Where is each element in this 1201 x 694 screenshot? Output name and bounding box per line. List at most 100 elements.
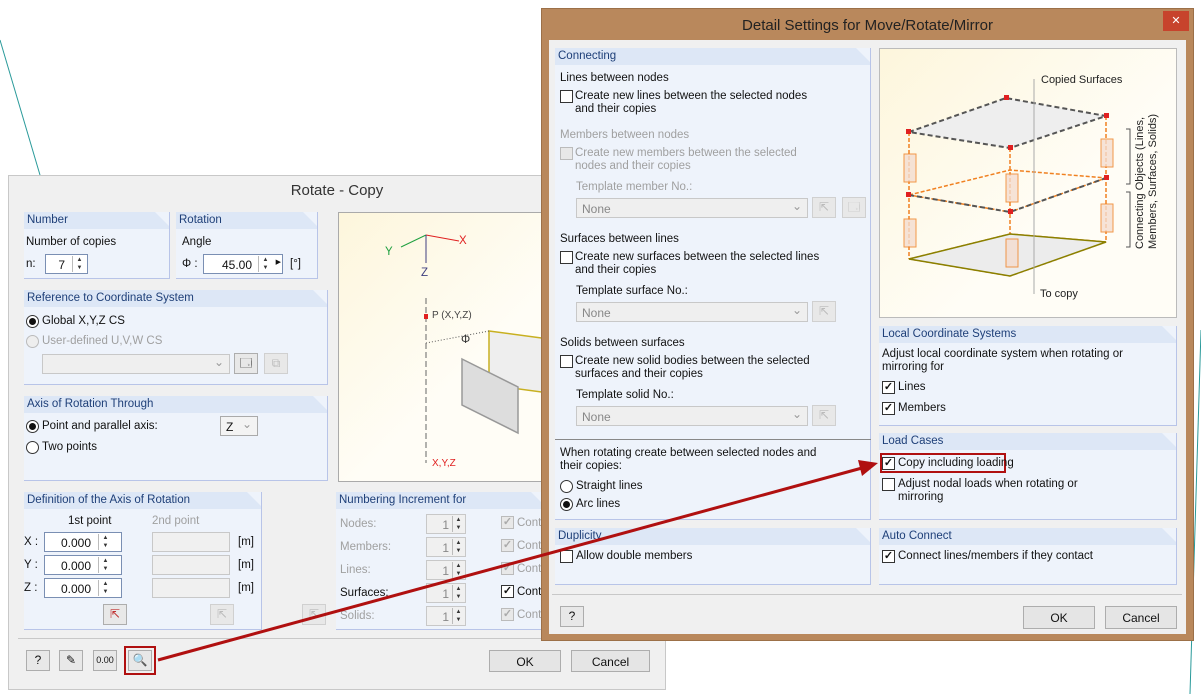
user-cs-select[interactable] (42, 354, 230, 374)
edit-notes-button[interactable]: ✎ (59, 650, 83, 671)
create-lines-checkbox[interactable] (560, 90, 573, 103)
group-header: Local Coordinate Systems (879, 326, 1176, 343)
continuous-checkbox[interactable]: ✓ (501, 608, 514, 621)
x1-input[interactable]: 0.000 ▲ ▼ (44, 532, 122, 552)
lcs-lines-label: Lines (898, 381, 926, 393)
x-axis-label: X (459, 235, 467, 247)
allow-double-members-checkbox[interactable] (560, 550, 573, 563)
z1-input[interactable]: 0.000 ▲ ▼ (44, 578, 122, 598)
create-solids-label: Create new solid bodies between the sele… (575, 355, 810, 367)
expand-arrow-icon[interactable]: ▶ (276, 258, 281, 266)
number-group: Number Number of copies n: 7 ▲ ▼ (24, 212, 170, 279)
group-header: Numbering Increment for (336, 492, 545, 509)
close-button[interactable]: ✕ (1163, 11, 1189, 31)
template-surface-select[interactable]: None (576, 302, 808, 322)
coord-label: X : (24, 536, 39, 548)
spin-arrows-icon[interactable]: ▲ ▼ (258, 256, 272, 272)
continuous-checkbox[interactable]: ✓ (501, 516, 514, 529)
rotation-illustration: X Y Z P (X,Y,Z) Φ X,Y,Z (338, 212, 549, 482)
members-title: Members between nodes (560, 129, 690, 141)
help-button[interactable]: ? (560, 606, 584, 627)
units-button[interactable]: 0.00 (93, 650, 117, 671)
lcs-lines-checkbox[interactable]: ✓ (882, 381, 895, 394)
ok-button[interactable]: OK (1023, 606, 1095, 629)
lcs-text: Adjust local coordinate system when rota… (882, 348, 1123, 360)
continuous-checkbox[interactable]: ✓ (501, 539, 514, 552)
template-member-select[interactable]: None (576, 198, 808, 218)
user-cs-radio[interactable] (26, 335, 39, 348)
y1-input[interactable]: 0.000 ▲ ▼ (44, 555, 122, 575)
adjust-loads-checkbox[interactable] (882, 478, 895, 491)
increment-stepper[interactable]: 1 ▲ ▼ (426, 560, 466, 580)
x2-input[interactable] (152, 532, 230, 552)
connecting-group: Connecting Lines between nodes Create ne… (555, 48, 871, 520)
select-value: None (582, 410, 611, 424)
spin-arrows-icon[interactable]: ▲ ▼ (452, 562, 464, 578)
increment-stepper[interactable]: 1 ▲ ▼ (426, 537, 466, 557)
template-solid-label: Template solid No.: (576, 389, 674, 401)
rotation-diagram (400, 234, 549, 463)
pick-solid-button[interactable]: ⇱ (812, 405, 836, 426)
spin-arrows-icon[interactable]: ▲ ▼ (452, 585, 464, 601)
pick-member-button[interactable]: ⇱ (812, 197, 836, 218)
arc-lines-radio[interactable] (560, 498, 573, 511)
continuous-label: Conti (517, 563, 544, 575)
two-points-radio[interactable] (26, 441, 39, 454)
load-cases-group: Load Cases ✓ Copy including loading Adju… (879, 433, 1177, 520)
continuous-label: Conti (517, 609, 544, 621)
spin-arrows-icon[interactable]: ▲ ▼ (452, 608, 464, 624)
angle-input[interactable]: 45.00 ▲ ▼ ▶ (203, 254, 283, 274)
connecting-line-2: Members, Surfaces, Solids) (1147, 113, 1159, 249)
cancel-button[interactable]: Cancel (1105, 606, 1177, 629)
new-member-button[interactable]: 🗔 (842, 197, 866, 218)
y2-input[interactable] (152, 555, 230, 575)
detail-settings-button[interactable]: 🔍 (124, 646, 156, 675)
spin-arrows-icon[interactable]: ▲ ▼ (452, 516, 464, 532)
pick-first-point-button[interactable]: ⇱ (103, 604, 127, 625)
select-value: None (582, 202, 611, 216)
create-solids-checkbox[interactable] (560, 355, 573, 368)
copies-stepper[interactable]: 7 ▲ ▼ (45, 254, 88, 274)
help-button[interactable]: ? (26, 650, 50, 671)
two-points-label: Two points (42, 441, 97, 453)
ok-button[interactable]: OK (489, 650, 561, 672)
global-cs-radio[interactable] (26, 315, 39, 328)
spin-arrows-icon[interactable]: ▲ ▼ (98, 580, 112, 596)
spin-arrows-icon[interactable]: ▲ ▼ (452, 539, 464, 555)
unit-label: [m] (238, 582, 254, 594)
increment-stepper[interactable]: 1 ▲ ▼ (426, 606, 466, 626)
cancel-button[interactable]: Cancel (571, 650, 650, 672)
connecting-line-1: Connecting Objects (Lines, (1134, 116, 1146, 249)
new-cs-button[interactable]: 🗔 (234, 353, 258, 374)
edit-cs-button[interactable]: ⧉ (264, 353, 288, 374)
increment-stepper[interactable]: 1 ▲ ▼ (426, 514, 466, 534)
continuous-checkbox[interactable]: ✓ (501, 585, 514, 598)
create-members-checkbox[interactable] (560, 147, 573, 160)
continuous-checkbox[interactable]: ✓ (501, 562, 514, 575)
angle-label: Angle (182, 236, 212, 248)
increment-stepper[interactable]: 1 ▲ ▼ (426, 583, 466, 603)
copy-loading-checkbox[interactable]: ✓ (882, 457, 895, 470)
create-surfaces-checkbox[interactable] (560, 251, 573, 264)
straight-lines-radio[interactable] (560, 480, 573, 493)
pick-second-point-button[interactable]: ⇱ (210, 604, 234, 625)
rotating-label: When rotating create between selected no… (560, 447, 817, 459)
template-solid-select[interactable]: None (576, 406, 808, 426)
arc-lines-label: Arc lines (576, 498, 621, 510)
spin-arrows-icon[interactable]: ▲ ▼ (72, 256, 86, 272)
global-cs-label: Global X,Y,Z CS (42, 315, 125, 327)
spin-arrows-icon[interactable]: ▲ ▼ (98, 557, 112, 573)
pick-two-points-button[interactable]: ⇱ (302, 604, 326, 625)
numbering-label: Members: (340, 541, 392, 553)
lcs-members-checkbox[interactable]: ✓ (882, 402, 895, 415)
axis-point-label: X,Y,Z (432, 458, 456, 469)
point-axis-radio[interactable] (26, 420, 39, 433)
coord-value: 0.000 (60, 559, 91, 573)
auto-connect-checkbox[interactable]: ✓ (882, 550, 895, 563)
pick-surface-button[interactable]: ⇱ (812, 301, 836, 322)
axis-select[interactable]: Z (220, 416, 258, 436)
spin-arrows-icon[interactable]: ▲ ▼ (98, 534, 112, 550)
template-member-label: Template member No.: (576, 181, 693, 193)
z2-input[interactable] (152, 578, 230, 598)
increment-value: 1 (442, 518, 449, 532)
